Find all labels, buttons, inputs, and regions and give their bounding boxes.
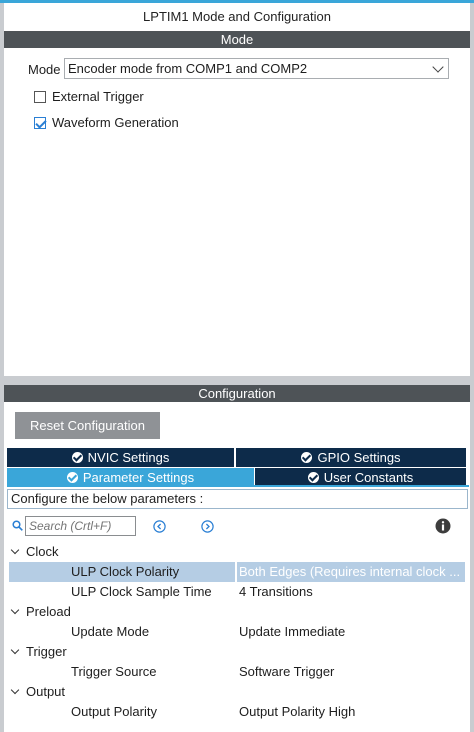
chevron-down-icon xyxy=(10,685,20,695)
param-value: Update Immediate xyxy=(239,624,346,639)
param-value: 4 Transitions xyxy=(239,584,313,599)
configuration-panel: Reset Configuration NVIC Settings GPIO S… xyxy=(4,402,470,732)
param-row-output-polarity[interactable]: Output Polarity Output Polarity High xyxy=(9,702,465,722)
checkbox-checked-icon xyxy=(34,117,46,129)
param-value: Output Polarity High xyxy=(239,704,356,719)
group-output[interactable]: Output xyxy=(10,682,66,702)
external-trigger-label: External Trigger xyxy=(52,89,144,104)
waveform-generation-label: Waveform Generation xyxy=(52,115,179,130)
param-row-ulp-clock-polarity[interactable]: ULP Clock Polarity Both Edges (Requires … xyxy=(9,562,465,582)
next-arrow-icon[interactable] xyxy=(201,520,214,533)
chevron-down-icon xyxy=(432,61,444,73)
info-text: Configure the below parameters : xyxy=(7,489,468,509)
param-name: ULP Clock Polarity xyxy=(9,562,235,582)
mode-select-value: Encoder mode from COMP1 and COMP2 xyxy=(68,61,308,76)
chevron-down-icon xyxy=(10,605,20,615)
checkbox-unchecked-icon xyxy=(34,91,46,103)
tab-user-constants-label: User Constants xyxy=(323,470,414,485)
mode-select[interactable]: Encoder mode from COMP1 and COMP2 xyxy=(64,58,449,79)
check-circle-icon xyxy=(66,472,78,483)
tab-underline xyxy=(7,485,469,487)
check-circle-icon xyxy=(307,472,319,483)
group-preload-label: Preload xyxy=(26,604,71,619)
group-output-label: Output xyxy=(26,684,66,699)
group-trigger[interactable]: Trigger xyxy=(10,642,67,662)
mode-panel: Mode Encoder mode from COMP1 and COMP2 E… xyxy=(4,48,470,376)
reset-configuration-button[interactable]: Reset Configuration xyxy=(15,412,160,439)
param-name: Trigger Source xyxy=(71,664,157,679)
previous-arrow-icon[interactable] xyxy=(153,520,166,533)
group-preload[interactable]: Preload xyxy=(10,602,71,622)
check-circle-icon xyxy=(301,452,313,463)
param-row-ulp-clock-sample-time[interactable]: ULP Clock Sample Time 4 Transitions xyxy=(9,582,465,602)
tab-nvic-label: NVIC Settings xyxy=(87,450,170,465)
lptim1-config-window: LPTIM1 Mode and Configuration Mode Mode … xyxy=(0,0,474,732)
group-trigger-label: Trigger xyxy=(26,644,67,659)
tab-parameter-label: Parameter Settings xyxy=(82,470,195,485)
tab-nvic-settings[interactable]: NVIC Settings xyxy=(7,448,234,467)
waveform-generation-checkbox[interactable]: Waveform Generation xyxy=(34,115,179,131)
mode-section-header: Mode xyxy=(4,31,470,48)
chevron-down-icon xyxy=(10,545,20,555)
param-name: Output Polarity xyxy=(71,704,157,719)
info-icon[interactable] xyxy=(435,518,451,534)
mode-label: Mode xyxy=(28,62,61,77)
tab-gpio-settings[interactable]: GPIO Settings xyxy=(236,448,466,467)
param-name: Update Mode xyxy=(71,624,150,639)
group-clock-label: Clock xyxy=(26,544,59,559)
configuration-section-header: Configuration xyxy=(4,385,470,402)
param-name: ULP Clock Sample Time xyxy=(71,584,212,599)
check-circle-icon xyxy=(71,452,83,463)
param-value: Both Edges (Requires internal clock ... xyxy=(237,562,465,582)
param-value: Software Trigger xyxy=(239,664,335,679)
param-row-update-mode[interactable]: Update Mode Update Immediate xyxy=(9,622,465,642)
window-title: LPTIM1 Mode and Configuration xyxy=(4,3,470,31)
external-trigger-checkbox[interactable]: External Trigger xyxy=(34,89,144,105)
param-row-trigger-source[interactable]: Trigger Source Software Trigger xyxy=(9,662,465,682)
search-icon[interactable] xyxy=(12,520,23,531)
search-input[interactable] xyxy=(25,516,136,536)
chevron-down-icon xyxy=(10,645,20,655)
tab-gpio-label: GPIO Settings xyxy=(317,450,401,465)
group-clock[interactable]: Clock xyxy=(10,542,59,562)
